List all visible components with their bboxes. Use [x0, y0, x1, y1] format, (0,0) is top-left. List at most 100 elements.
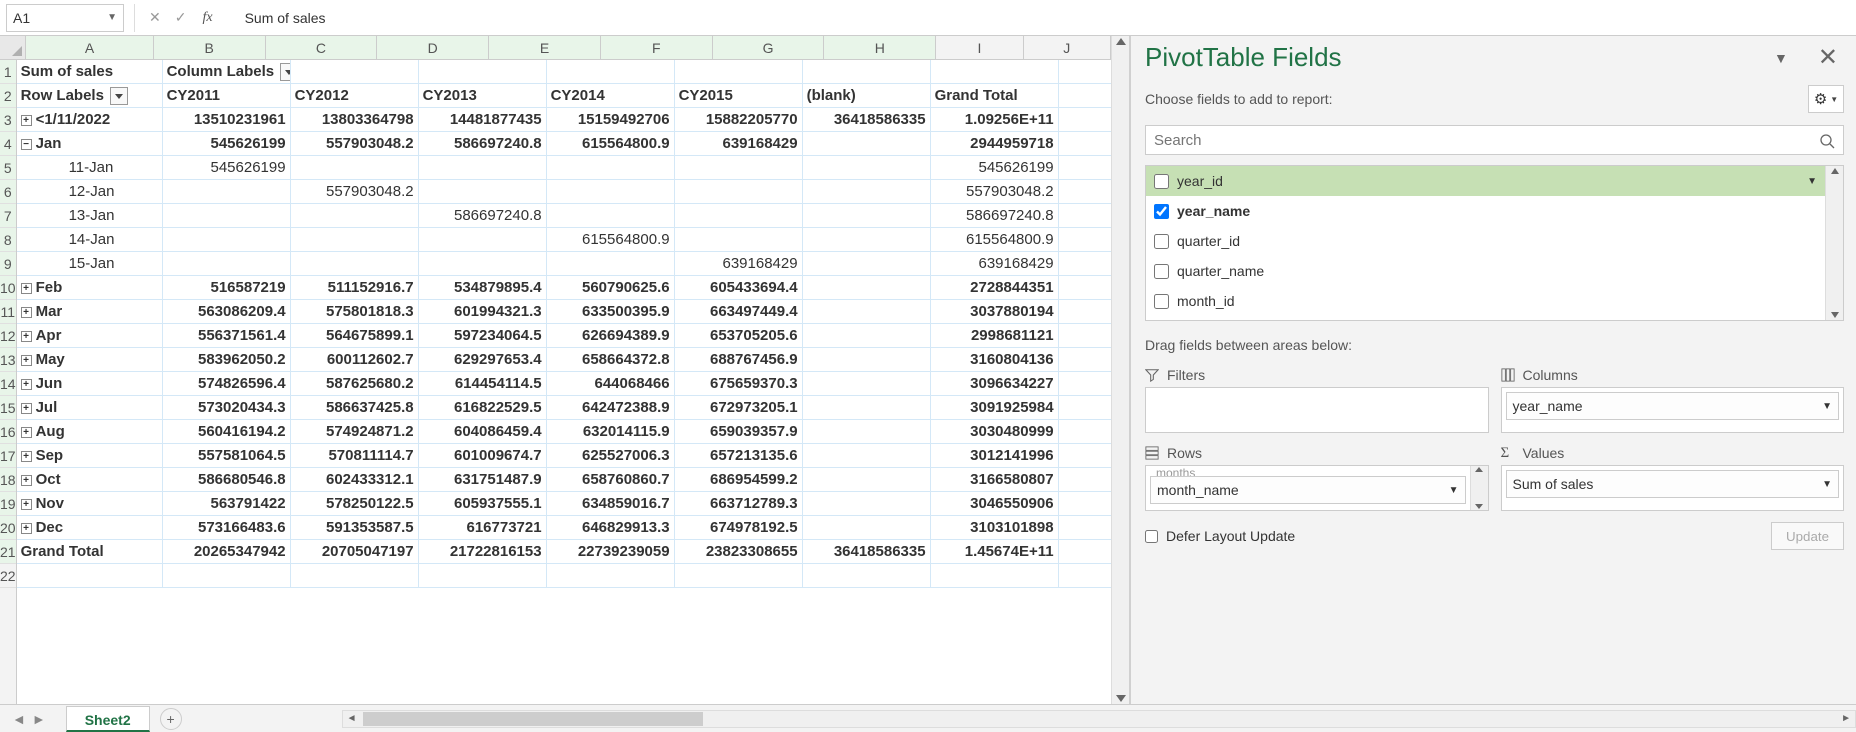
columns-area-item[interactable]: year_name ▼ [1506, 392, 1840, 420]
pivot-value-cell[interactable]: 663497449.4 [675, 300, 803, 323]
expand-collapse-button[interactable]: + [21, 523, 32, 534]
cell[interactable] [17, 564, 163, 587]
cell[interactable] [1059, 396, 1111, 419]
column-header[interactable]: B [154, 36, 266, 59]
row-header[interactable]: 21 [0, 540, 16, 564]
pivot-column-header[interactable]: CY2013 [419, 84, 547, 107]
pivot-value-cell[interactable]: 632014115.9 [547, 420, 675, 443]
column-labels-filter-button[interactable] [280, 63, 290, 81]
pivot-value-cell[interactable] [803, 372, 931, 395]
field-list-item[interactable]: quarter_name [1146, 256, 1825, 286]
cell[interactable] [1059, 492, 1111, 515]
select-all-triangle[interactable] [0, 36, 26, 59]
pivot-value-cell[interactable] [675, 180, 803, 203]
pivot-row-label[interactable]: +Feb [17, 276, 163, 299]
pivot-value-cell[interactable]: 15159492706 [547, 108, 675, 131]
pivot-value-cell[interactable] [547, 180, 675, 203]
cell[interactable] [1059, 420, 1111, 443]
pivot-value-cell[interactable] [803, 252, 931, 275]
expand-collapse-button[interactable]: + [21, 475, 32, 486]
pivot-row-label[interactable]: +May [17, 348, 163, 371]
pivot-value-cell[interactable]: 557903048.2 [291, 180, 419, 203]
pivot-value-cell[interactable]: 3096634227 [931, 372, 1059, 395]
pivot-value-cell[interactable] [803, 276, 931, 299]
pivot-value-cell[interactable]: 21722816153 [419, 540, 547, 563]
expand-collapse-button[interactable]: + [21, 379, 32, 390]
pivot-value-cell[interactable]: 583962050.2 [163, 348, 291, 371]
column-header[interactable]: H [824, 36, 936, 59]
pivot-row-label[interactable]: 12-Jan [17, 180, 163, 203]
cell[interactable] [1059, 348, 1111, 371]
scroll-down-icon[interactable] [1116, 695, 1126, 702]
pivot-value-cell[interactable] [547, 252, 675, 275]
pane-menu-dropdown-icon[interactable]: ▼ [1768, 48, 1794, 68]
row-header[interactable]: 13 [0, 348, 16, 372]
expand-collapse-button[interactable]: + [21, 427, 32, 438]
pivot-value-cell[interactable] [163, 180, 291, 203]
pivot-value-cell[interactable]: 573166483.6 [163, 516, 291, 539]
pivot-value-cell[interactable]: 545626199 [163, 132, 291, 155]
column-header[interactable]: A [26, 36, 153, 59]
cell[interactable] [1059, 300, 1111, 323]
row-header[interactable]: 6 [0, 180, 16, 204]
row-header[interactable]: 15 [0, 396, 16, 420]
pivot-value-cell[interactable]: 675659370.3 [675, 372, 803, 395]
new-sheet-button[interactable]: + [160, 708, 182, 730]
pivot-value-cell[interactable]: 615564800.9 [931, 228, 1059, 251]
pivot-row-label[interactable]: 11-Jan [17, 156, 163, 179]
pivot-value-cell[interactable] [803, 444, 931, 467]
scroll-up-icon[interactable] [1475, 467, 1483, 472]
horizontal-scrollbar[interactable]: ◄ ► [342, 710, 1856, 728]
pivot-value-cell[interactable] [291, 228, 419, 251]
pivot-value-cell[interactable] [803, 156, 931, 179]
pivot-column-header[interactable]: CY2015 [675, 84, 803, 107]
pivot-value-cell[interactable]: 616773721 [419, 516, 547, 539]
pivot-value-cell[interactable]: 615564800.9 [547, 228, 675, 251]
row-header[interactable]: 4 [0, 132, 16, 156]
column-header[interactable]: I [936, 36, 1023, 59]
pivot-value-cell[interactable]: 672973205.1 [675, 396, 803, 419]
pivot-value-cell[interactable]: 3046550906 [931, 492, 1059, 515]
pivot-value-cell[interactable] [291, 156, 419, 179]
pivot-value-cell[interactable]: 560416194.2 [163, 420, 291, 443]
column-header[interactable]: G [713, 36, 825, 59]
pivot-value-cell[interactable] [803, 180, 931, 203]
column-header[interactable]: F [601, 36, 713, 59]
pivot-value-cell[interactable]: 516587219 [163, 276, 291, 299]
scroll-left-icon[interactable]: ◄ [343, 713, 361, 724]
pivot-value-cell[interactable]: 658760860.7 [547, 468, 675, 491]
pivot-value-cell[interactable]: 23823308655 [675, 540, 803, 563]
pivot-value-cell[interactable]: 2728844351 [931, 276, 1059, 299]
pivot-value-cell[interactable]: 3030480999 [931, 420, 1059, 443]
row-header[interactable]: 2 [0, 84, 16, 108]
cell[interactable] [419, 60, 547, 83]
pivot-value-cell[interactable]: 13510231961 [163, 108, 291, 131]
pivot-row-label[interactable]: +<1/11/2022 [17, 108, 163, 131]
name-box[interactable]: A1 ▼ [6, 4, 124, 32]
row-header[interactable]: 22 [0, 564, 16, 588]
pivot-value-cell[interactable]: 560790625.6 [547, 276, 675, 299]
scroll-right-icon[interactable]: ► [1837, 713, 1855, 724]
cell[interactable] [1059, 180, 1111, 203]
pivot-row-label[interactable]: +Jul [17, 396, 163, 419]
pivot-value-cell[interactable] [547, 204, 675, 227]
pivot-value-cell[interactable]: 3103101898 [931, 516, 1059, 539]
pivot-value-cell[interactable]: 545626199 [931, 156, 1059, 179]
pivot-value-cell[interactable]: 3166580807 [931, 468, 1059, 491]
pivot-row-label[interactable]: 15-Jan [17, 252, 163, 275]
update-button[interactable]: Update [1771, 522, 1844, 550]
fx-icon[interactable]: fx [202, 10, 212, 26]
pivot-value-cell[interactable]: 534879895.4 [419, 276, 547, 299]
cell[interactable] [675, 564, 803, 587]
pivot-value-cell[interactable]: 604086459.4 [419, 420, 547, 443]
pivot-value-cell[interactable]: 605433694.4 [675, 276, 803, 299]
pivot-column-header[interactable]: CY2011 [163, 84, 291, 107]
pivot-row-label[interactable]: −Jan [17, 132, 163, 155]
pivot-value-cell[interactable] [803, 516, 931, 539]
pivot-value-cell[interactable]: 629297653.4 [419, 348, 547, 371]
pane-close-icon[interactable]: ✕ [1812, 43, 1844, 72]
pivot-value-cell[interactable]: 659039357.9 [675, 420, 803, 443]
pivot-value-cell[interactable]: 633500395.9 [547, 300, 675, 323]
pivot-value-cell[interactable]: 600112602.7 [291, 348, 419, 371]
pivot-row-label[interactable]: +Dec [17, 516, 163, 539]
